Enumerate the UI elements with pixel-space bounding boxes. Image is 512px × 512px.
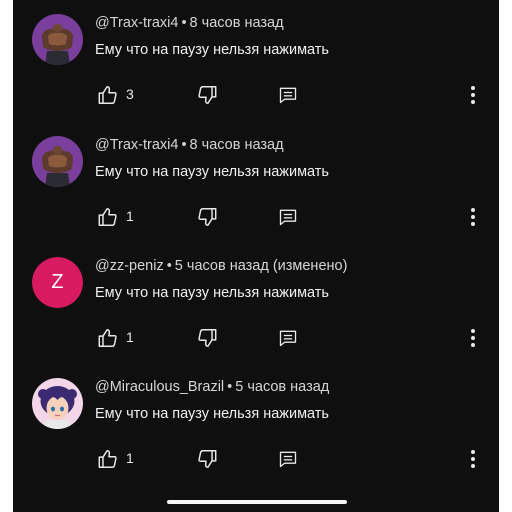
comment-time: 8 часов назад <box>189 15 284 31</box>
avatar[interactable] <box>32 136 83 187</box>
comment-item: @Trax-traxi4 • 8 часов назад Ему что на па… <box>13 122 499 242</box>
comment-text: Ему что на паузу нельзя нажимать <box>95 164 329 180</box>
muscular-figure-avatar-icon <box>32 14 83 65</box>
avatar-letter: Z <box>32 257 83 308</box>
thumb-up-icon <box>98 329 117 347</box>
comment-text: Ему что на паузу нельзя нажимать <box>95 42 329 58</box>
comment-text: Ему что на паузу нельзя нажимать <box>95 406 329 422</box>
like-count: 3 <box>126 86 134 102</box>
comment-meta: @zz-peniz • 5 часов назад (изменено) <box>95 258 347 274</box>
comment-meta: @Miraculous_Brazil • 5 часов назад <box>95 379 329 395</box>
comment-meta: @Trax-traxi4 • 8 часов назад <box>95 137 284 153</box>
muscular-figure-avatar-icon <box>32 136 83 187</box>
dislike-button[interactable] <box>196 448 218 470</box>
cartoon-girl-avatar-icon <box>32 378 83 429</box>
more-options-button[interactable] <box>465 205 481 229</box>
reply-button[interactable] <box>278 207 298 227</box>
comment-item: Z @zz-peniz • 5 часов назад (изменено) Ему… <box>13 243 499 363</box>
comment-actions: 1 <box>13 446 499 472</box>
avatar[interactable] <box>32 14 83 65</box>
meta-separator: • <box>227 379 233 395</box>
comment-time: 5 часов назад (изменено) <box>174 258 348 274</box>
thumb-down-icon <box>198 450 217 468</box>
reply-comment-icon <box>279 330 297 347</box>
more-vertical-icon <box>471 450 475 468</box>
reply-comment-icon <box>279 451 297 468</box>
comment-time: 8 часов назад <box>189 137 284 153</box>
like-button[interactable] <box>97 327 119 349</box>
like-button[interactable] <box>97 84 119 106</box>
comment-actions: 1 <box>13 325 499 351</box>
like-count: 1 <box>126 329 134 345</box>
more-options-button[interactable] <box>465 326 481 350</box>
like-count: 1 <box>126 450 134 466</box>
comment-author[interactable]: @zz-peniz <box>95 258 164 274</box>
comment-actions: 1 <box>13 204 499 230</box>
comment-time: 5 часов назад <box>235 379 330 395</box>
comment-author[interactable]: @Miraculous_Brazil <box>95 379 224 395</box>
avatar[interactable] <box>32 378 83 429</box>
reply-button[interactable] <box>278 85 298 105</box>
more-options-button[interactable] <box>465 447 481 471</box>
comment-item: @Miraculous_Brazil • 5 часов назад Ему что… <box>13 364 499 484</box>
thumb-down-icon <box>198 208 217 226</box>
comment-author[interactable]: @Trax-traxi4 <box>95 15 178 31</box>
thumb-up-icon <box>98 86 117 104</box>
reply-comment-icon <box>279 87 297 104</box>
thumb-down-icon <box>198 329 217 347</box>
more-vertical-icon <box>471 329 475 347</box>
thumb-down-icon <box>198 86 217 104</box>
comment-item: @Trax-traxi4 • 8 часов назад Ему что на па… <box>13 0 499 120</box>
home-indicator[interactable] <box>167 500 347 504</box>
meta-separator: • <box>166 258 172 274</box>
dislike-button[interactable] <box>196 327 218 349</box>
more-options-button[interactable] <box>465 83 481 107</box>
reply-button[interactable] <box>278 328 298 348</box>
comment-actions: 3 <box>13 82 499 108</box>
dislike-button[interactable] <box>196 206 218 228</box>
more-vertical-icon <box>471 86 475 104</box>
like-count: 1 <box>126 208 134 224</box>
comment-text: Ему что на паузу нельзя нажимать <box>95 285 329 301</box>
comments-screen: @Trax-traxi4 • 8 часов назад Ему что на па… <box>13 0 499 512</box>
thumb-up-icon <box>98 450 117 468</box>
like-button[interactable] <box>97 448 119 470</box>
meta-separator: • <box>181 15 187 31</box>
reply-comment-icon <box>279 209 297 226</box>
comment-author[interactable]: @Trax-traxi4 <box>95 137 178 153</box>
more-vertical-icon <box>471 208 475 226</box>
thumb-up-icon <box>98 208 117 226</box>
meta-separator: • <box>181 137 187 153</box>
reply-button[interactable] <box>278 449 298 469</box>
comment-meta: @Trax-traxi4 • 8 часов назад <box>95 15 284 31</box>
dislike-button[interactable] <box>196 84 218 106</box>
avatar[interactable]: Z <box>32 257 83 308</box>
like-button[interactable] <box>97 206 119 228</box>
